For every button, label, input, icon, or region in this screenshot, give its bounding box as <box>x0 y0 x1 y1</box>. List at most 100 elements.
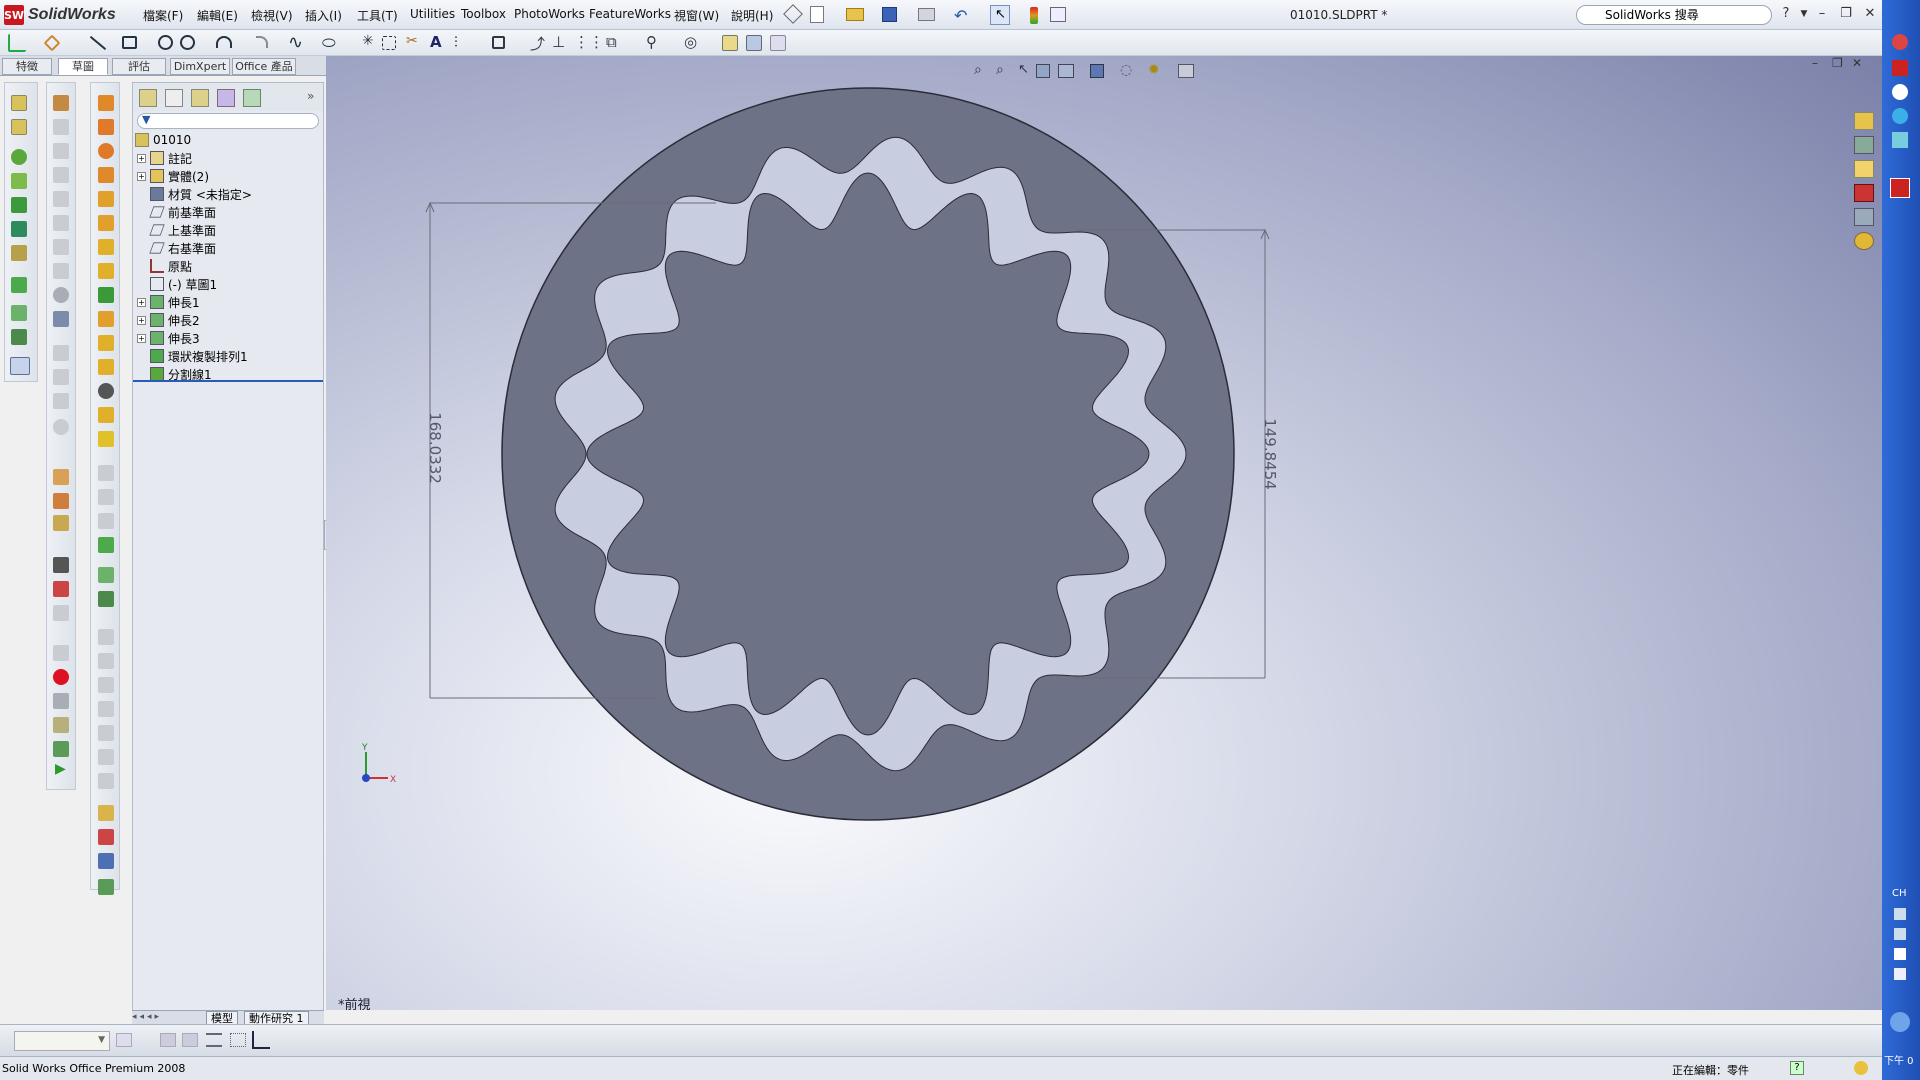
layer-icon[interactable] <box>206 1033 222 1047</box>
offset-entities-icon[interactable] <box>492 36 505 49</box>
standard-views-icon[interactable] <box>11 245 27 261</box>
tree-item[interactable]: + 伸長3 <box>137 329 200 347</box>
help-dropdown-icon[interactable]: ▼ <box>1796 6 1812 22</box>
circle-icon[interactable] <box>158 35 173 50</box>
undo-icon[interactable]: ↶ <box>954 6 967 25</box>
menu-help[interactable]: 說明(H) <box>731 7 773 24</box>
tab-sketch[interactable]: 草圖 <box>58 58 108 75</box>
grid-icon[interactable] <box>230 1033 246 1047</box>
line-icon[interactable] <box>89 35 107 51</box>
plane-tool-icon[interactable] <box>98 263 114 279</box>
expand-toggle-icon[interactable]: + <box>137 153 146 163</box>
fillet-icon[interactable] <box>256 36 268 48</box>
solidworks-window-button[interactable] <box>1890 178 1910 198</box>
resources-home-icon[interactable] <box>1854 112 1874 130</box>
pin-menu-icon[interactable] <box>783 4 803 24</box>
zoom-area-icon[interactable] <box>11 119 27 135</box>
dimension-right-text[interactable]: 149.8454 <box>1261 418 1279 490</box>
menu-photoworks[interactable]: PhotoWorks <box>514 7 585 21</box>
ime-pad-icon[interactable] <box>1894 928 1906 940</box>
zoom-fit-icon[interactable] <box>11 95 27 111</box>
save-icon[interactable] <box>882 7 897 22</box>
print-icon[interactable] <box>918 8 935 21</box>
coordinate-tool-icon[interactable] <box>98 311 114 327</box>
property-manager-tab-icon[interactable] <box>165 89 183 107</box>
file-explorer-icon[interactable] <box>1854 160 1874 178</box>
ime-mode-icon[interactable] <box>1894 908 1906 920</box>
rollback-bar[interactable] <box>133 380 323 382</box>
move-entities-icon[interactable]: ⧉ <box>606 33 617 51</box>
camera-icon[interactable] <box>53 557 69 573</box>
linear-pattern-feature-icon[interactable] <box>53 493 69 509</box>
tab-model[interactable]: 模型 <box>206 1011 238 1025</box>
boundary-tool-icon[interactable] <box>98 215 114 231</box>
rotate-view-icon[interactable] <box>11 149 27 165</box>
reference-geometry-icon[interactable] <box>98 567 114 583</box>
instant-3d-icon[interactable] <box>746 35 762 51</box>
circular-pattern-feature-icon[interactable] <box>53 515 69 531</box>
tab-evaluate[interactable]: 評估 <box>112 58 166 75</box>
select-tool-button[interactable]: ↖ <box>990 5 1010 25</box>
shaded-icon[interactable] <box>11 197 27 213</box>
rebuild-status-icon[interactable] <box>1854 1061 1868 1075</box>
construction-geometry-icon[interactable] <box>382 36 396 50</box>
extruded-boss-icon[interactable] <box>53 95 69 111</box>
reference-point-icon[interactable] <box>11 305 27 321</box>
tab-motion-study[interactable]: 動作研究 1 <box>244 1011 309 1025</box>
perimeter-circle-icon[interactable] <box>180 35 195 50</box>
chamfer-icon[interactable] <box>53 311 69 327</box>
tree-item[interactable]: + 註記 <box>137 149 192 167</box>
feature-filter-input[interactable]: ▼ <box>137 113 319 129</box>
arc-icon[interactable] <box>216 36 232 48</box>
ime-indicator[interactable]: CH <box>1892 888 1907 899</box>
pan-icon[interactable] <box>11 173 27 189</box>
helix-tool-icon[interactable] <box>98 359 114 375</box>
tree-item[interactable]: 材質 <未指定> <box>137 185 252 203</box>
macro-play-icon[interactable] <box>160 1033 176 1047</box>
configuration-select[interactable]: ▼ <box>14 1031 110 1051</box>
split-tool-icon[interactable] <box>98 537 114 553</box>
tree-item[interactable]: 前基準面 <box>137 203 216 221</box>
section-view-icon[interactable] <box>11 221 27 237</box>
loft-tool-icon[interactable] <box>98 191 114 207</box>
search-tab-icon[interactable] <box>1854 184 1874 202</box>
restore-button[interactable]: ❐ <box>1838 6 1854 22</box>
menu-view[interactable]: 檢視(V) <box>251 7 293 24</box>
sweep-tool-icon[interactable] <box>98 167 114 183</box>
chrome-icon[interactable] <box>1892 34 1908 50</box>
tree-item[interactable]: + 實體(2) <box>137 167 209 185</box>
extrude-tool-icon[interactable] <box>98 119 114 135</box>
dimension-tool-icon[interactable] <box>98 805 114 821</box>
tree-item[interactable]: 上基準面 <box>137 221 216 239</box>
axis-tool-icon[interactable] <box>98 287 114 303</box>
record-icon[interactable] <box>53 669 69 685</box>
search-input[interactable]: SolidWorks 搜尋 <box>1576 5 1772 25</box>
tree-item[interactable]: + 伸長2 <box>137 311 200 329</box>
edit-macro-icon[interactable] <box>53 717 69 733</box>
text-icon[interactable]: A <box>430 33 442 51</box>
ie-icon[interactable] <box>1892 108 1908 124</box>
tree-item[interactable]: 原點 <box>137 257 192 275</box>
volume-icon[interactable] <box>1890 1012 1910 1032</box>
rapid-sketch-icon[interactable] <box>722 35 738 51</box>
help-status-icon[interactable]: ? <box>1790 1061 1804 1075</box>
sketch-tool-icon[interactable] <box>98 95 114 111</box>
expand-toggle-icon[interactable]: + <box>137 297 146 307</box>
ellipse-icon[interactable]: ⬭ <box>322 33 336 53</box>
minimize-button[interactable]: – <box>1814 6 1830 22</box>
view-palette-icon[interactable] <box>1854 208 1874 226</box>
sketch-mode-button[interactable] <box>10 357 30 375</box>
menu-utilities[interactable]: Utilities <box>410 7 455 21</box>
expand-panel-icon[interactable]: » <box>307 89 314 103</box>
solidworks-task-icon[interactable] <box>1892 60 1908 76</box>
network-icon[interactable] <box>1892 132 1908 148</box>
mass-properties-icon[interactable] <box>98 879 114 895</box>
configuration-manager-tab-icon[interactable] <box>191 89 209 107</box>
tree-root[interactable]: 01010 <box>135 131 191 149</box>
trim-entities-icon[interactable]: ✂ <box>406 33 418 49</box>
chart-icon[interactable] <box>252 1031 270 1049</box>
mirror-icon[interactable] <box>53 469 69 485</box>
menu-insert[interactable]: 插入(I) <box>305 7 342 24</box>
run-macro-icon[interactable]: ▶ <box>55 761 66 777</box>
pattern-icon[interactable] <box>11 277 27 293</box>
